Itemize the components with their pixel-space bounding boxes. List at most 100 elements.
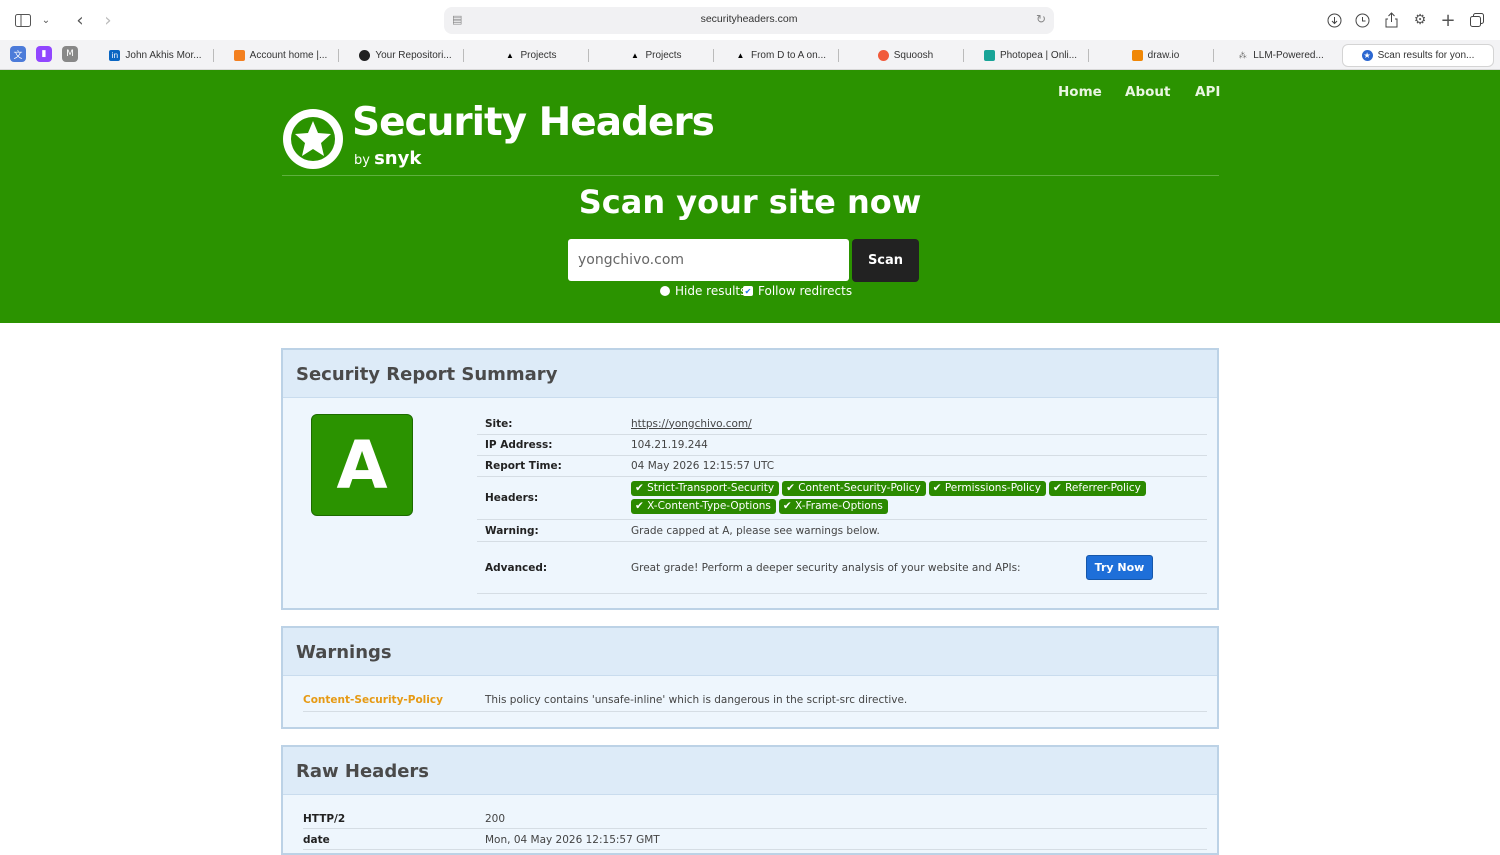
share-icon[interactable] <box>1381 10 1401 30</box>
warning-value: Grade capped at A, please see warnings b… <box>631 524 880 537</box>
report-time-row: Report Time: 04 May 2026 12:15:57 UTC <box>477 456 1207 477</box>
warning-label: Warning: <box>485 524 539 537</box>
hide-results-option[interactable]: Hide results <box>660 284 746 298</box>
forward-icon[interactable]: › <box>98 10 118 31</box>
warning-row: Warning: Grade capped at A, please see w… <box>477 520 1207 542</box>
raw-header-row: HTTP/2 200 <box>303 809 1207 829</box>
squoosh-icon <box>877 50 889 61</box>
snyk-logo: snyk <box>374 148 422 169</box>
site-link[interactable]: https://yongchivo.com/ <box>631 418 752 430</box>
raw-header-value: Mon, 04 May 2026 12:15:57 GMT <box>485 834 660 846</box>
header-badge-text: Strict-Transport-Security <box>647 482 775 494</box>
warning-text: This policy contains 'unsafe-inline' whi… <box>485 694 908 706</box>
tab-from-d-to-a[interactable]: ▲ From D to A on... <box>722 44 839 67</box>
cloudflare-icon <box>233 50 245 61</box>
site-row: Site: https://yongchivo.com/ <box>477 413 1207 435</box>
ip-label: IP Address: <box>485 439 553 451</box>
follow-redirects-option[interactable]: ✔ Follow redirects <box>743 284 852 298</box>
nav-home[interactable]: Home <box>1058 84 1102 100</box>
download-icon[interactable] <box>1324 10 1344 30</box>
address-bar[interactable]: ▤ securityheaders.com ↻ <box>444 7 1054 34</box>
logo-by-text: by <box>354 153 370 168</box>
headers-row: Headers: ✔ Strict-Transport-Security ✔ C… <box>477 477 1207 520</box>
tab-projects-2[interactable]: ▲ Projects <box>597 44 714 67</box>
raw-header-name: date <box>303 834 330 846</box>
advanced-value: Great grade! Perform a deeper security a… <box>631 561 1021 574</box>
nav-api[interactable]: API <box>1195 84 1220 100</box>
reload-icon[interactable]: ↻ <box>1036 12 1046 26</box>
follow-redirects-checkbox[interactable]: ✔ <box>743 286 753 296</box>
hide-results-label: Hide results <box>675 284 747 298</box>
header-badge: ✔ Content-Security-Policy <box>782 481 926 496</box>
grade-badge: A <box>311 414 413 516</box>
tab-label: Photopea | Onli... <box>999 50 1078 61</box>
raw-headers-title: Raw Headers <box>283 747 1217 795</box>
tab-scan-results[interactable]: ★ Scan results for yon... <box>1342 44 1494 67</box>
advanced-label: Advanced: <box>485 561 548 574</box>
header-badge-list: ✔ Strict-Transport-Security ✔ Content-Se… <box>631 481 1191 514</box>
header-badge: ✔ Strict-Transport-Security <box>631 481 780 496</box>
star-logo-icon[interactable] <box>283 109 343 169</box>
warning-header-name: Content-Security-Policy <box>303 694 443 706</box>
ip-row: IP Address: 104.21.19.244 <box>477 435 1207 456</box>
sidebar-toggle-icon[interactable] <box>13 10 33 30</box>
hero-divider <box>282 175 1219 176</box>
summary-title: Security Report Summary <box>283 350 1217 398</box>
tab-overview-icon[interactable] <box>1467 10 1487 30</box>
tab-bar: 文 ▮ M in John Akhis Mor... Account home … <box>0 40 1500 70</box>
gear-icon[interactable]: ⚙ <box>1410 10 1430 30</box>
back-icon[interactable]: ‹ <box>70 10 90 31</box>
header-badge: ✔ Permissions-Policy <box>928 481 1046 496</box>
tab-label: Projects <box>645 50 682 61</box>
scan-url-input[interactable] <box>568 239 849 281</box>
tab-label: Account home |... <box>249 50 328 61</box>
raw-header-value: 200 <box>485 813 506 825</box>
history-icon[interactable] <box>1352 10 1372 30</box>
follow-redirects-label: Follow redirects <box>758 284 853 298</box>
hide-results-checkbox[interactable] <box>660 286 670 296</box>
header-badge-text: Referrer-Policy <box>1065 482 1141 494</box>
tab-projects-1[interactable]: ▲ Projects <box>472 44 589 67</box>
header-badge: ✔ X-Frame-Options <box>778 499 888 514</box>
summary-panel: Security Report Summary A Site: https://… <box>281 348 1219 610</box>
header-badge-text: X-Content-Type-Options <box>647 500 771 512</box>
ip-value: 104.21.19.244 <box>631 439 708 451</box>
linkedin-icon: in <box>109 50 121 61</box>
report-time-label: Report Time: <box>485 460 562 472</box>
drawio-icon <box>1131 50 1143 61</box>
tab-squoosh[interactable]: Squoosh <box>847 44 964 67</box>
url-text: securityheaders.com <box>700 13 798 25</box>
tab-linkedin[interactable]: in John Akhis Mor... <box>97 44 214 67</box>
m-pinned-tab-icon[interactable]: M <box>62 46 78 62</box>
report-time-value: 04 May 2026 12:15:57 UTC <box>631 460 775 472</box>
headers-label: Headers: <box>485 492 539 504</box>
tab-drawio[interactable]: draw.io <box>1097 44 1214 67</box>
advanced-row: Advanced: Great grade! Perform a deeper … <box>477 542 1207 594</box>
network-icon: ⁂ <box>1238 51 1247 60</box>
tab-label: Scan results for yon... <box>1377 50 1475 61</box>
warnings-panel: Warnings Content-Security-Policy This po… <box>281 626 1219 729</box>
tab-llm-powered[interactable]: ⁂ LLM-Powered... <box>1222 44 1339 67</box>
logo-title[interactable]: Security Headers <box>352 100 715 145</box>
nav-about[interactable]: About <box>1125 84 1170 100</box>
raw-headers-panel: Raw Headers HTTP/2 200 date Mon, 04 May … <box>281 745 1219 855</box>
chevron-down-icon[interactable]: ⌄ <box>36 10 56 30</box>
tab-label: Your Repositori... <box>375 50 452 61</box>
tab-photopea[interactable]: Photopea | Onli... <box>972 44 1089 67</box>
tab-label: LLM-Powered... <box>1253 50 1324 61</box>
twitch-pinned-tab-icon[interactable]: ▮ <box>36 46 52 62</box>
photopea-icon <box>983 50 995 61</box>
logo-byline: by snyk <box>354 148 421 169</box>
warning-item: Content-Security-Policy This policy cont… <box>303 688 1207 712</box>
scan-button[interactable]: Scan <box>852 239 919 282</box>
tab-repositories[interactable]: Your Repositori... <box>347 44 464 67</box>
try-now-button[interactable]: Try Now <box>1086 555 1153 580</box>
new-tab-icon[interactable]: + <box>1438 10 1458 31</box>
vercel-icon: ▲ <box>630 51 639 60</box>
translate-pinned-tab-icon[interactable]: 文 <box>10 46 26 62</box>
tab-account-home[interactable]: Account home |... <box>222 44 339 67</box>
github-icon <box>359 50 371 61</box>
tab-label: John Akhis Mor... <box>125 50 202 61</box>
tab-label: draw.io <box>1147 50 1180 61</box>
hero-banner: Home About API Security Headers by snyk … <box>0 70 1500 323</box>
